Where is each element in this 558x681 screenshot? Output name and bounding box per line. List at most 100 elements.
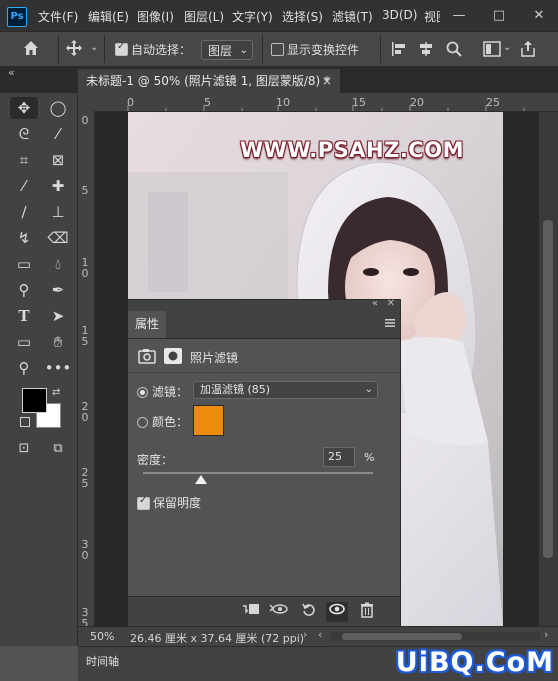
menu-layer[interactable]: 图层(L) [184,8,224,25]
menu-type[interactable]: 文字(Y) [232,8,273,25]
close-button[interactable]: ✕ [520,0,558,31]
auto-select-label: 自动选择： [131,43,192,57]
move-tool-icon[interactable]: ✥ [10,97,38,119]
properties-panel: « ✕ 属性 照片滤镜 滤镜： 加温滤镜 (85) ⌄ 颜色： 密度： 25 %… [127,298,401,626]
path-selection-icon[interactable]: ➤ [44,305,72,327]
menu-3d[interactable]: 3D(D) [382,8,417,22]
auto-select-checkbox[interactable] [115,41,128,56]
scroll-right-icon[interactable]: › [544,628,548,641]
menu-image[interactable]: 图像(I) [137,8,174,25]
dodge-icon[interactable]: ⚲ [10,279,38,301]
density-input[interactable]: 25 [323,447,355,467]
filter-dropdown[interactable]: 加温滤镜 (85) ⌄ [193,381,378,399]
maximize-button[interactable]: □ [480,0,518,31]
lasso-icon[interactable]: ᘓ [10,123,38,145]
ruler-label: 1 0 [81,256,89,280]
align-left-icon[interactable] [391,41,407,57]
ruler-label: 5 [81,184,89,197]
reset-icon[interactable] [298,602,320,622]
default-colors-icon[interactable] [20,417,30,427]
chevron-down-icon[interactable]: ⌄ [503,42,511,53]
menu-bar: Ps 文件(F) 编辑(E) 图像(I) 图层(L) 文字(Y) 选择(S) 滤… [0,0,558,31]
menu-file[interactable]: 文件(F) [38,8,78,25]
menu-edit[interactable]: 编辑(E) [88,8,129,25]
foreground-color-swatch[interactable] [22,388,47,413]
swap-colors-icon[interactable]: ⇄ [52,387,60,398]
density-slider-track[interactable] [143,472,373,474]
history-brush-icon[interactable]: ↯ [10,227,38,249]
workspace-icon[interactable] [483,41,501,57]
screen-mode-icon[interactable]: ⧉ [44,438,72,460]
scrollbar-thumb[interactable] [342,633,462,640]
clone-stamp-icon[interactable]: ⊥ [44,201,72,223]
adjustment-layer-icon [138,348,156,364]
color-radio[interactable] [137,417,148,428]
trash-icon[interactable] [356,602,378,622]
filter-radio[interactable] [137,387,148,398]
menu-select[interactable]: 选择(S) [282,8,323,25]
collapse-toolbar-icon[interactable]: « [8,66,15,79]
type-tool-icon[interactable]: T [10,305,38,327]
align-center-icon[interactable] [418,41,434,57]
timeline-tab[interactable]: 时间轴 [86,653,119,669]
clip-to-layer-icon[interactable] [240,602,262,622]
minimize-button[interactable]: — [440,0,478,31]
preserve-luminosity-checkbox[interactable] [137,495,150,510]
collapse-panel-icon[interactable]: « [372,298,378,309]
quick-mask-icon[interactable]: ⊡ [10,438,38,460]
gradient-icon[interactable]: ▭ [10,253,38,275]
document-tab[interactable]: 未标题-1 @ 50% (照片滤镜 1, 图层蒙版/8) * × [78,69,340,93]
scrollbar-thumb[interactable] [543,220,553,558]
frame-icon[interactable]: ⊠ [44,149,72,171]
density-unit: % [364,451,375,464]
status-bar: 50% 26.46 厘米 x 37.64 厘米 (72 ppi) › ‹ › [78,626,558,647]
filter-label: 滤镜： [152,385,189,399]
blur-icon[interactable]: 💧︎ [44,253,72,275]
panel-menu-icon[interactable] [384,317,396,329]
search-icon[interactable] [445,40,463,58]
divider [58,35,59,63]
magic-wand-icon[interactable]: ⁄ [44,123,72,145]
document-size-info: 26.46 厘米 x 37.64 厘米 (72 ppi) [130,632,305,645]
zoom-level[interactable]: 50% [90,630,114,643]
ruler-label: 2 0 [81,400,89,424]
scroll-left-icon[interactable]: ‹ [318,628,322,641]
move-tool-icon[interactable] [65,39,85,59]
crop-icon[interactable]: ⌗ [10,149,38,171]
hand-icon[interactable]: ✋︎ [44,331,72,353]
visibility-eye-icon[interactable] [326,602,348,622]
status-menu-arrow-icon[interactable]: › [303,628,307,641]
rectangle-icon[interactable]: ▭ [10,331,38,353]
vertical-scrollbar[interactable] [539,112,558,626]
filter-color-swatch[interactable] [193,405,224,436]
site-watermark: UiBQ.CoM [395,647,554,678]
menu-filter[interactable]: 滤镜(T) [332,8,373,25]
elliptical-marquee-icon[interactable]: ◯ [44,97,72,119]
home-icon[interactable] [22,39,42,59]
eyedropper-icon[interactable]: ⁄ [10,175,38,197]
close-panel-icon[interactable]: ✕ [387,298,395,309]
auto-select-target-dropdown[interactable]: 图层 ⌄ [201,40,253,60]
layer-mask-icon[interactable] [164,348,182,364]
eraser-icon[interactable]: ⌫ [44,227,72,249]
panel-footer [128,596,400,626]
view-previous-state-icon[interactable] [268,602,290,622]
healing-brush-icon[interactable]: ✚ [44,175,72,197]
share-icon[interactable] [520,40,536,58]
panel-title-strip: « ✕ [128,298,400,311]
photoshop-logo: Ps [7,7,27,27]
close-tab-icon[interactable]: × [322,69,332,93]
horizontal-scrollbar[interactable] [330,632,540,641]
more-tools-icon[interactable]: ••• [44,357,72,379]
divider [128,372,400,373]
tab-properties[interactable]: 属性 [128,311,166,338]
zoom-icon[interactable]: ⚲ [10,357,38,379]
density-label: 密度： [137,453,174,467]
brush-icon[interactable]: ∕ [10,201,38,223]
watermark-text: WWW.PSAHZ.COM [240,138,464,162]
show-transform-checkbox[interactable] [271,43,284,56]
density-slider-thumb[interactable] [194,475,207,484]
filter-value: 加温滤镜 (85) [200,383,271,396]
chevron-down-icon[interactable]: ⌄ [90,42,98,53]
pen-icon[interactable]: ✒︎ [44,279,72,301]
